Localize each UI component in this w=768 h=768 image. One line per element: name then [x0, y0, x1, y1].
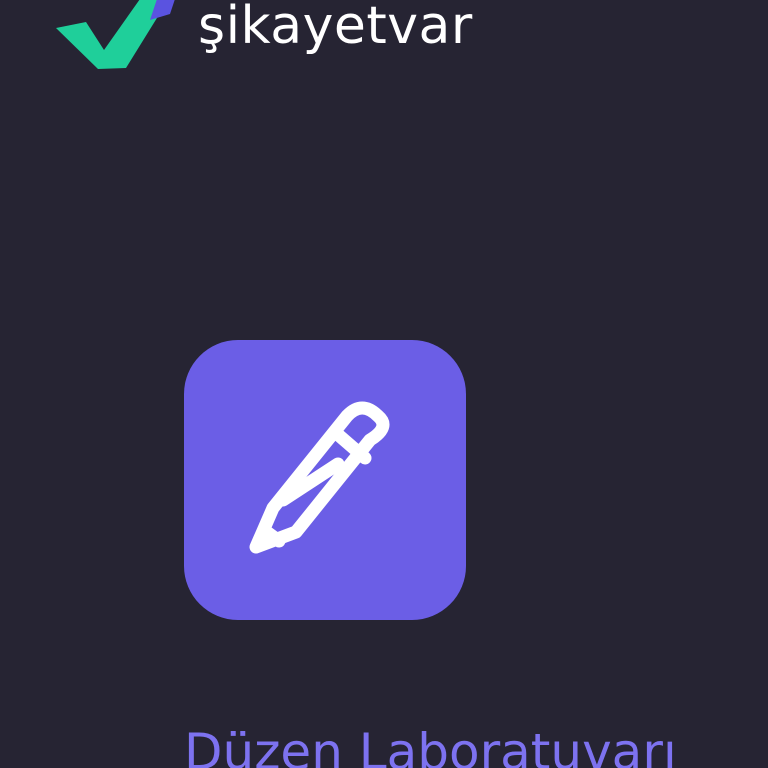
pencil-icon — [184, 340, 466, 620]
write-complaint-tile[interactable] — [184, 340, 466, 620]
brand-name: şikayetvar — [198, 0, 473, 56]
company-name[interactable]: Düzen Laboratuvarı — [184, 722, 677, 768]
logo-link[interactable]: şikayetvar — [52, 0, 552, 80]
checkmark-logo-icon — [56, 0, 175, 69]
